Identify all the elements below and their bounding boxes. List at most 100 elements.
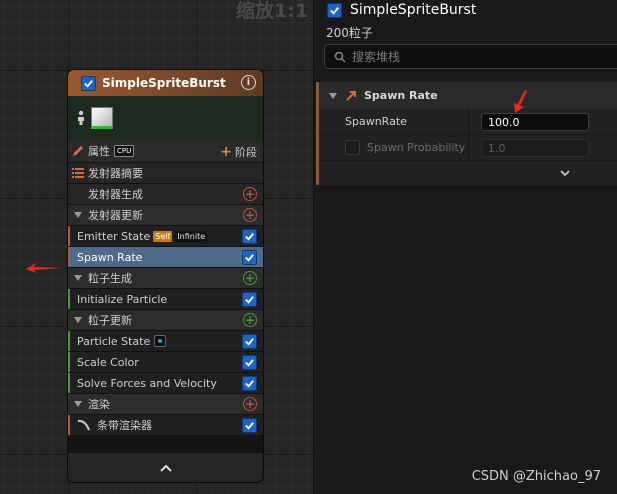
emitter-summary-row[interactable]: 发射器摘要 [68,163,263,184]
add-module-icon[interactable]: + [243,187,257,201]
panel-title: SimpleSpriteBurst [350,2,477,18]
properties-row[interactable]: 属性 CPU + 阶段 [68,140,263,163]
particle-spawn-section[interactable]: 粒子生成 + [68,268,263,289]
collapse-icon[interactable] [74,401,82,407]
watermark: CSDN @Zhichao_97 [471,469,601,484]
infinite-tag: Infinite [175,230,208,242]
emitter-update-label: 发射器更新 [88,209,143,222]
module-edge [68,247,70,267]
module-edge [68,226,70,246]
render-label: 渲染 [88,398,110,411]
search-icon [334,51,346,63]
red-arrow-down [514,90,527,113]
initialize-particle-row[interactable]: Initialize Particle [68,289,263,310]
initialize-particle-label: Initialize Particle [77,292,168,306]
emitter-state-label: Emitter State [77,229,151,243]
module-enable-checkbox[interactable] [242,355,257,370]
column-divider[interactable] [468,109,469,134]
ribbon-icon [77,419,90,431]
spawnrate-input[interactable] [481,113,589,131]
particle-update-section[interactable]: 粒子更新 + [68,310,263,331]
add-module-icon[interactable]: + [243,271,257,285]
plus-icon: + [220,144,232,160]
advanced-expander[interactable] [319,161,617,185]
solve-forces-row[interactable]: Solve Forces and Velocity [68,373,263,394]
ribbon-renderer-row[interactable]: 条带渲染器 [68,415,263,436]
scale-color-label: Scale Color [77,355,139,369]
module-edge [68,289,70,309]
thumbnail-row [68,96,263,140]
node-header[interactable]: SimpleSpriteBurst i [68,70,263,96]
renderer-enable-checkbox[interactable] [242,418,257,433]
emitter-state-row[interactable]: Emitter State Self Infinite [68,226,263,247]
info-icon[interactable]: i [241,75,256,90]
panel-enable-checkbox[interactable] [327,2,342,18]
spawn-probability-input [481,139,589,157]
ribbon-renderer-label: 条带渲染器 [97,419,152,432]
particle-update-label: 粒子更新 [88,314,132,327]
list-icon [72,168,84,178]
spawn-rate-label: Spawn Rate [77,250,143,264]
stage-button[interactable]: + 阶段 [220,144,257,160]
spawn-rate-section-body: SpawnRate Spawn Probability [316,109,617,185]
particle-spawn-label: 粒子生成 [88,272,132,285]
collapse-icon[interactable] [74,212,82,218]
collapse-node-button[interactable] [68,452,263,482]
red-arrow-left [26,263,62,273]
chevron-down-icon [560,169,570,176]
particle-state-row[interactable]: Particle State [68,331,263,352]
add-module-icon[interactable]: + [243,208,257,222]
spawnrate-label: SpawnRate [345,115,407,128]
module-edge [68,331,70,351]
particle-state-label: Particle State [77,334,151,348]
collapse-icon[interactable] [74,275,82,281]
render-section[interactable]: 渲染 + [68,394,263,415]
person-icon [78,110,84,125]
emitter-node[interactable]: SimpleSpriteBurst i 属性 CPU + 阶段 发射器摘要 发射… [67,69,264,483]
module-enable-checkbox[interactable] [242,229,257,244]
self-tag: Self [153,230,173,242]
spawn-rate-section-header[interactable]: Spawn Rate [316,82,617,109]
spawn-probability-row: Spawn Probability [319,135,617,161]
add-renderer-icon[interactable]: + [243,397,257,411]
module-enable-checkbox[interactable] [242,334,257,349]
collapse-icon[interactable] [74,317,82,323]
stage-button-label: 阶段 [235,146,257,159]
column-divider[interactable] [468,135,469,160]
add-module-icon[interactable]: + [243,313,257,327]
stack-search[interactable] [324,44,617,69]
emitter-spawn-row[interactable]: 发射器生成 + [68,184,263,205]
panel-title-row: SimpleSpriteBurst [327,2,476,18]
spawn-probability-checkbox[interactable] [345,140,360,155]
module-enable-checkbox[interactable] [242,250,257,265]
spawn-probability-label: Spawn Probability [367,141,466,154]
section-title: Spawn Rate [364,89,438,102]
spawn-rate-row[interactable]: Spawn Rate [68,247,263,268]
particle-count: 200粒子 [326,26,373,40]
module-edge [68,352,70,372]
solve-forces-label: Solve Forces and Velocity [77,376,217,390]
collapse-icon[interactable] [329,92,337,99]
emitter-spawn-label: 发射器生成 [88,188,143,201]
pencil-icon [73,146,83,156]
chevron-up-icon [159,464,172,472]
properties-label: 属性 [88,145,110,158]
spawnrate-property-row: SpawnRate [319,109,617,135]
module-edge [68,415,70,435]
scale-color-row[interactable]: Scale Color [68,352,263,373]
dot-icon [154,335,167,347]
module-edge [68,373,70,393]
module-enable-checkbox[interactable] [242,292,257,307]
emitter-summary-label: 发射器摘要 [88,167,143,180]
emitter-update-section[interactable]: 发射器更新 + [68,205,263,226]
zoom-label: 缩放1:1 [236,0,309,22]
node-title: SimpleSpriteBurst [102,76,226,90]
emitter-enable-checkbox[interactable] [81,75,96,91]
graph-canvas[interactable]: 缩放1:1 SimpleSpriteBurst i 属性 CPU + 阶段 发射… [0,0,313,494]
selection-panel: SimpleSpriteBurst 200粒子 Spawn Rate Spawn… [313,0,617,494]
cpu-tag: CPU [114,145,135,157]
material-thumbnail[interactable] [91,107,113,129]
module-enable-checkbox[interactable] [242,376,257,391]
module-arrow-icon [346,91,356,101]
search-input[interactable] [352,49,592,64]
